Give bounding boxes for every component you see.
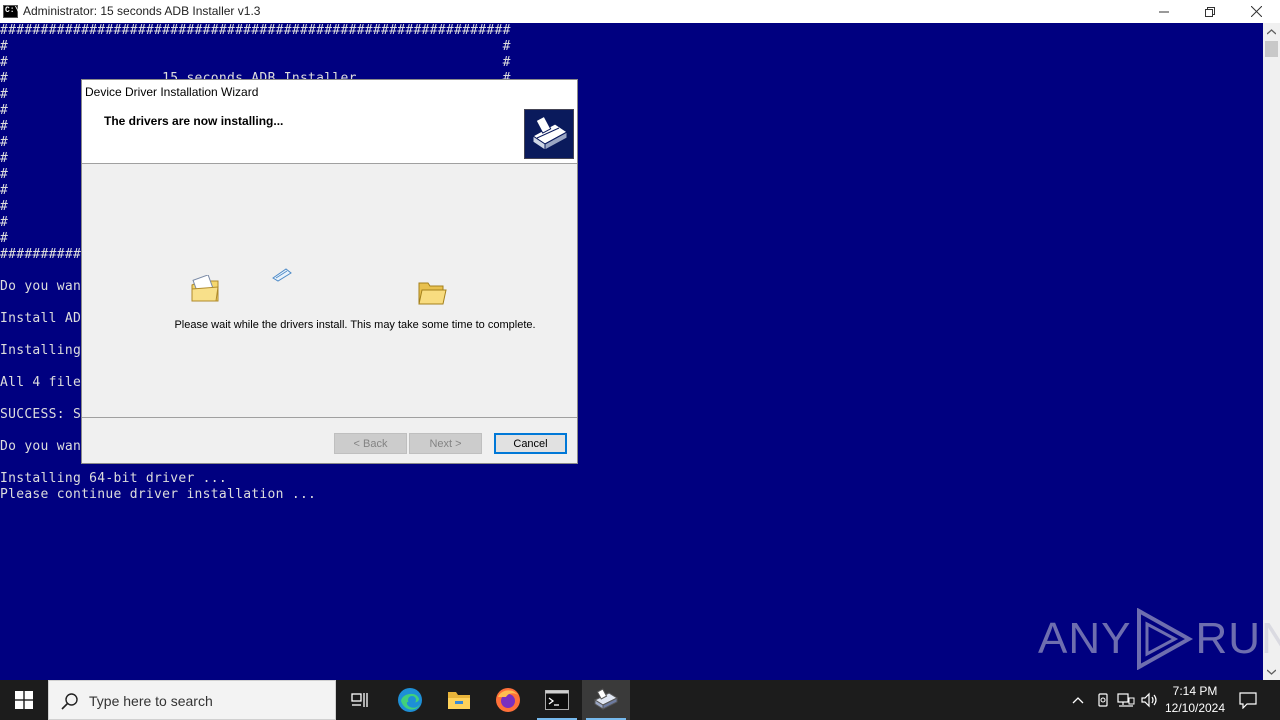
- wizard-separator: [82, 417, 577, 418]
- console-line: # #: [0, 55, 511, 70]
- clock-date: 12/10/2024: [1164, 701, 1226, 715]
- taskbar-clock[interactable]: 7:14 PM 12/10/2024: [1160, 683, 1230, 717]
- notifications-button[interactable]: [1238, 691, 1258, 709]
- clock-time: 7:14 PM: [1172, 684, 1218, 698]
- console-line: ########################################…: [0, 23, 511, 38]
- wizard-message: Please wait while the drivers install. T…: [174, 319, 536, 331]
- search-placeholder: Type here to search: [89, 693, 213, 709]
- console-icon: C:\: [3, 5, 20, 18]
- minimize-icon: [1159, 11, 1169, 12]
- task-view-button[interactable]: [336, 680, 384, 720]
- file-explorer-icon: [448, 692, 470, 709]
- usb-device-icon: [1098, 693, 1108, 707]
- windows-logo-icon: [15, 691, 33, 709]
- notification-icon: [1239, 692, 1257, 709]
- taskbar-firefox[interactable]: [484, 680, 532, 720]
- taskbar-edge[interactable]: [386, 680, 434, 720]
- network-button[interactable]: [1117, 691, 1135, 709]
- watermark-text-left: ANY: [1038, 614, 1132, 663]
- firefox-icon: [496, 688, 520, 712]
- window-title: Administrator: 15 seconds ADB Installer …: [23, 4, 261, 18]
- chevron-up-icon: [1267, 28, 1276, 34]
- tray-device-button[interactable]: [1094, 691, 1112, 709]
- wizard-heading: The drivers are now installing...: [104, 114, 284, 128]
- back-button[interactable]: < Back: [334, 433, 407, 454]
- next-button[interactable]: Next >: [409, 433, 482, 454]
- play-triangle-icon: [1137, 608, 1194, 670]
- taskbar-file-explorer[interactable]: [435, 680, 483, 720]
- folder-destination-icon: [417, 279, 447, 312]
- search-icon: [61, 693, 78, 710]
- scroll-up-button[interactable]: [1263, 23, 1280, 40]
- volume-button[interactable]: [1141, 691, 1159, 709]
- edge-icon: [398, 688, 422, 712]
- show-hidden-icons-button[interactable]: [1069, 691, 1087, 709]
- wizard-caption: Device Driver Installation Wizard: [85, 85, 259, 99]
- network-icon: [1117, 693, 1135, 707]
- wizard-header: Device Driver Installation Wizard The dr…: [82, 80, 577, 164]
- taskbar: Type here to search 7:14 PM 12/10/2024: [0, 680, 1280, 720]
- chevron-up-icon: [1072, 697, 1084, 704]
- taskbar-search-box[interactable]: Type here to search: [48, 680, 336, 720]
- speaker-icon: [1141, 692, 1157, 708]
- console-icon-label: C:\: [5, 6, 20, 15]
- anyrun-watermark: ANY RUN: [1038, 608, 1280, 670]
- restore-button[interactable]: [1187, 0, 1233, 23]
- hardware-wizard-icon: [524, 109, 574, 159]
- window-titlebar[interactable]: C:\ Administrator: 15 seconds ADB Instal…: [0, 0, 1280, 23]
- close-button[interactable]: [1233, 0, 1279, 23]
- taskbar-driver-installer[interactable]: [582, 680, 630, 720]
- driver-installer-icon: [593, 688, 619, 710]
- driver-install-wizard: Device Driver Installation Wizard The dr…: [81, 79, 578, 464]
- taskbar-command-prompt[interactable]: [533, 680, 581, 720]
- console-line: # #: [0, 39, 511, 54]
- cancel-button[interactable]: Cancel: [494, 433, 567, 454]
- minimize-button[interactable]: [1141, 0, 1187, 23]
- console-scrollbar[interactable]: [1263, 23, 1280, 680]
- flying-document-icon: [272, 268, 292, 287]
- restore-icon: [1205, 6, 1215, 17]
- task-view-icon: [351, 693, 368, 707]
- document-source-icon: [190, 274, 220, 310]
- close-icon: [1250, 6, 1262, 17]
- start-button[interactable]: [0, 680, 48, 720]
- scroll-thumb[interactable]: [1265, 41, 1278, 57]
- console-line: Installing 64-bit driver ...: [0, 471, 227, 486]
- watermark-text-right: RUN: [1195, 614, 1280, 663]
- command-prompt-icon: [545, 690, 569, 710]
- console-line: Please continue driver installation ...: [0, 487, 317, 502]
